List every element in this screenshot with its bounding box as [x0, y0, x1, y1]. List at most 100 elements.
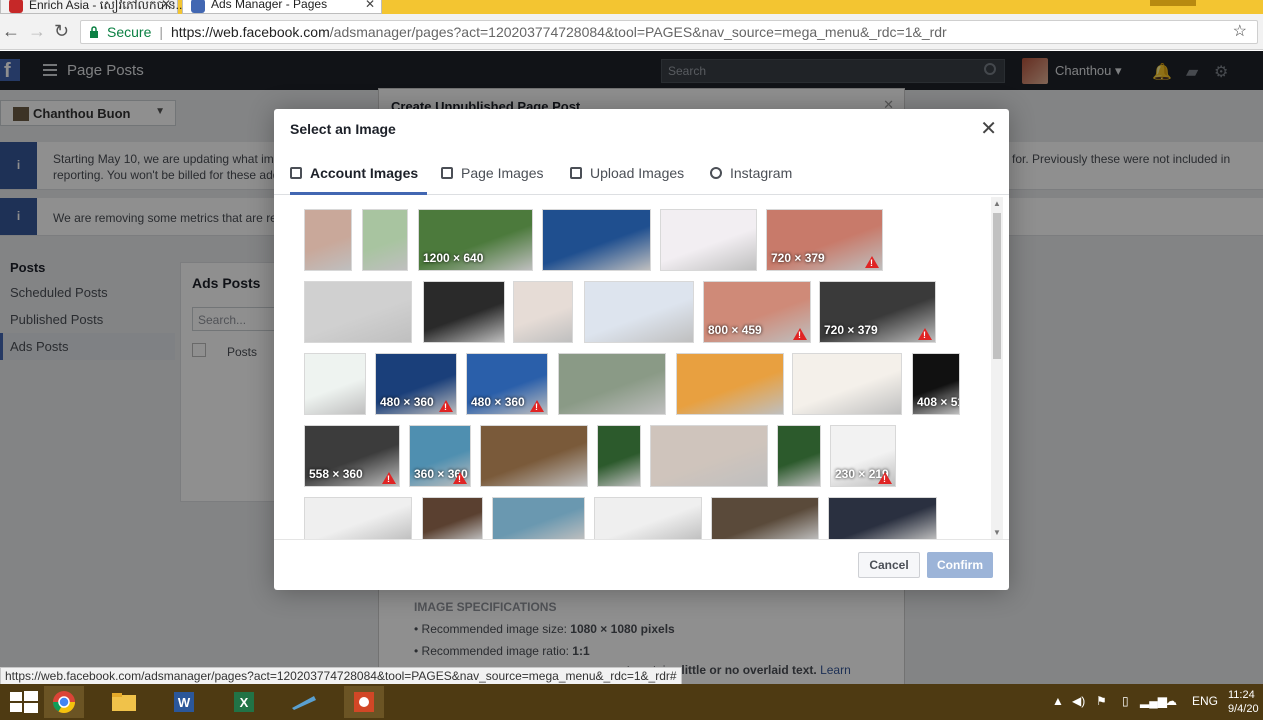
scroll-up-icon[interactable]: ▲ [993, 199, 1001, 208]
svg-text:X: X [240, 695, 249, 710]
image-thumbnail[interactable] [777, 425, 821, 487]
close-tab-icon[interactable]: ✕ [161, 0, 171, 11]
close-tab-icon[interactable]: ✕ [365, 0, 375, 11]
image-thumbnail[interactable]: 558 × 360 [304, 425, 400, 487]
lock-icon [90, 26, 98, 38]
image-thumbnail[interactable]: 360 × 360 [409, 425, 471, 487]
word-icon[interactable]: W [164, 686, 204, 718]
image-thumbnail[interactable] [584, 281, 694, 343]
image-source-tabs: Account Images Page Images Upload Images… [274, 151, 1009, 195]
browser-toolbar: ← → ↻ Secure | https://web.facebook.com/ad… [0, 14, 1263, 50]
tray-up-arrow-icon[interactable]: ▲ [1052, 694, 1064, 708]
app-icon[interactable] [284, 686, 324, 718]
image-thumbnail[interactable] [492, 497, 585, 539]
image-thumbnail[interactable] [362, 209, 408, 271]
warning-icon [439, 400, 453, 412]
bookmark-star-icon[interactable]: ☆ [1233, 21, 1247, 43]
image-thumbnail[interactable]: 720 × 379 [819, 281, 936, 343]
separator: | [159, 24, 163, 40]
image-thumbnail[interactable] [676, 353, 784, 415]
upload-images-icon [570, 167, 582, 179]
warning-icon [793, 328, 807, 340]
image-thumbnail[interactable]: 720 × 379 [766, 209, 883, 271]
warning-icon [382, 472, 396, 484]
image-dimensions: 800 × 459 [708, 323, 762, 337]
favicon-icon [191, 0, 205, 13]
cancel-button[interactable]: Cancel [858, 552, 920, 578]
file-explorer-icon[interactable] [104, 686, 144, 718]
image-thumbnail[interactable] [304, 281, 412, 343]
scrollbar[interactable]: ▲ ▼ [991, 197, 1003, 539]
reload-icon[interactable]: ↻ [54, 22, 69, 40]
window-control[interactable] [1150, 0, 1196, 6]
image-thumbnail[interactable] [513, 281, 573, 343]
image-thumbnail[interactable]: 480 × 360 [466, 353, 548, 415]
image-thumbnail[interactable] [304, 497, 412, 539]
image-thumbnail[interactable] [650, 425, 768, 487]
instagram-icon [710, 167, 722, 179]
clock-time: 11:24 [1228, 689, 1255, 701]
status-url: https://web.facebook.com/adsmanager/page… [0, 667, 682, 685]
image-thumbnail[interactable] [594, 497, 702, 539]
tab-account-images[interactable]: Account Images [290, 151, 427, 195]
select-image-modal: Select an Image ✕ Account Images Page Im… [274, 109, 1009, 590]
secure-label: Secure [107, 24, 152, 40]
scroll-down-icon[interactable]: ▼ [993, 528, 1001, 537]
cloud-icon[interactable]: ☁ [1165, 694, 1177, 708]
image-thumbnail[interactable] [304, 209, 352, 271]
svg-text:W: W [178, 695, 191, 710]
tab-instagram[interactable]: Instagram [710, 151, 792, 195]
image-thumbnail[interactable] [558, 353, 666, 415]
image-thumbnail[interactable] [660, 209, 757, 271]
flag-icon[interactable]: ⚑ [1096, 694, 1107, 708]
powerpoint-icon[interactable] [344, 686, 384, 718]
tab-upload-images[interactable]: Upload Images [570, 151, 684, 195]
system-clock[interactable]: 11:24 9/4/20 [1228, 688, 1259, 716]
address-bar[interactable]: Secure | https://web.facebook.com/adsmanag… [80, 20, 1258, 44]
warning-icon [453, 472, 467, 484]
tab-page-images[interactable]: Page Images [441, 151, 544, 195]
image-thumbnail[interactable] [597, 425, 641, 487]
excel-icon[interactable]: X [224, 686, 264, 718]
close-icon[interactable]: ✕ [980, 119, 997, 139]
network-icon[interactable]: ▂▄▆ [1140, 694, 1167, 708]
volume-icon[interactable]: ◀) [1072, 694, 1085, 708]
image-thumbnail[interactable] [542, 209, 651, 271]
scrollbar-thumb[interactable] [993, 213, 1001, 359]
language-indicator[interactable]: ENG [1192, 694, 1218, 708]
windows-taskbar: W X ▲ ◀) ⚑ ▯ ▂▄▆ ☁ ENG 11:24 9/4/20 [0, 684, 1263, 720]
image-dimensions: 480 × 360 [380, 395, 434, 409]
windows-start-icon[interactable] [4, 686, 44, 718]
image-thumbnail[interactable]: 480 × 360 [375, 353, 457, 415]
modal-footer: Cancel Confirm [274, 539, 1009, 590]
browser-tab-enrich-asia[interactable]: Enrich Asia - សៀវភៅលក់បាន... ✕ [0, 0, 186, 14]
image-thumbnail[interactable] [423, 281, 505, 343]
image-dimensions: 720 × 379 [771, 251, 825, 265]
image-thumbnail[interactable] [828, 497, 937, 539]
image-dimensions: 720 × 379 [824, 323, 878, 337]
browser-tab-ads-manager[interactable]: Ads Manager - Pages ✕ [182, 0, 382, 14]
forward-arrow-icon[interactable]: → [28, 22, 46, 40]
image-thumbnail[interactable]: 230 × 219 [830, 425, 896, 487]
back-arrow-icon[interactable]: ← [2, 22, 20, 40]
image-thumbnail[interactable]: 408 × 515 [912, 353, 960, 415]
image-dimensions: 558 × 360 [309, 467, 363, 481]
chrome-icon[interactable] [44, 686, 84, 718]
image-thumbnail[interactable]: 800 × 459 [703, 281, 811, 343]
browser-tab-strip: Enrich Asia - សៀវភៅលក់បាន... ✕ Ads Manag… [0, 0, 1263, 14]
page-images-icon [441, 167, 453, 179]
favicon-icon [9, 0, 23, 13]
image-thumbnail[interactable] [711, 497, 819, 539]
image-dimensions: 408 × 515 [917, 395, 959, 409]
image-thumbnail[interactable] [792, 353, 902, 415]
battery-icon[interactable]: ▯ [1122, 694, 1129, 708]
image-dimensions: 1200 × 640 [423, 251, 484, 265]
image-thumbnail[interactable] [304, 353, 366, 415]
image-thumbnail[interactable] [422, 497, 483, 539]
image-dimensions: 480 × 360 [471, 395, 525, 409]
confirm-button[interactable]: Confirm [927, 552, 993, 578]
image-thumbnail[interactable] [480, 425, 588, 487]
warning-icon [918, 328, 932, 340]
image-thumbnail[interactable]: 1200 × 640 [418, 209, 533, 271]
warning-icon [865, 256, 879, 268]
